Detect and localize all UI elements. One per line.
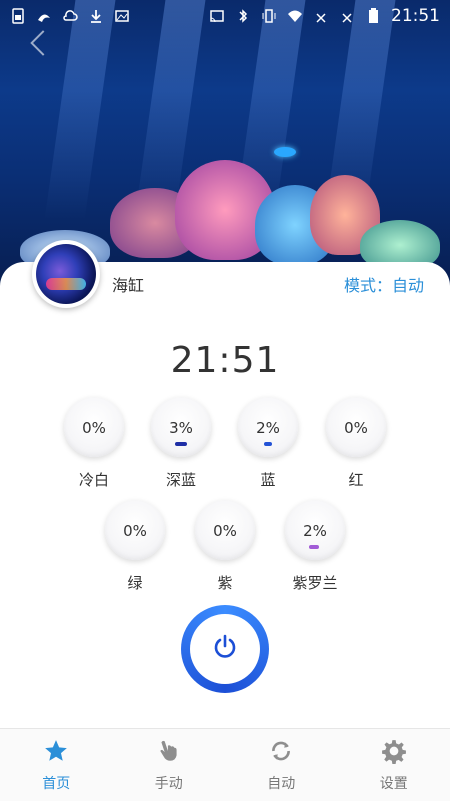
channel-green[interactable]: 0% 绿: [95, 500, 175, 593]
channel-level-bar: [264, 442, 272, 446]
nav-auto[interactable]: 自动: [225, 729, 337, 801]
channel-label: 绿: [127, 574, 143, 592]
image-icon: [114, 8, 130, 24]
wifi-icon: [287, 8, 303, 24]
channel-dial[interactable]: 0%: [64, 397, 124, 457]
mode-label[interactable]: 模式：自动: [344, 272, 424, 296]
vibrate-icon: [261, 8, 277, 24]
avatar[interactable]: [32, 240, 100, 308]
status-bar: 21:51: [0, 0, 450, 32]
bluetooth-icon: [235, 8, 251, 24]
channel-label: 红: [348, 471, 364, 489]
nav-label: 设置: [379, 776, 408, 792]
channel-dial[interactable]: 0%: [105, 500, 165, 560]
signal-off-icon: [339, 8, 355, 24]
star-icon: [42, 737, 70, 765]
channel-purple[interactable]: 0% 紫: [185, 500, 265, 593]
sim-card-icon: [10, 8, 26, 24]
channel-label: 紫罗兰: [292, 574, 338, 592]
channel-red[interactable]: 0% 红: [316, 397, 396, 490]
nav-manual[interactable]: 手动: [113, 729, 225, 801]
nav-home[interactable]: 首页: [0, 729, 112, 801]
channel-blue[interactable]: 2% 蓝: [228, 397, 308, 490]
nav-settings[interactable]: 设置: [338, 729, 450, 801]
uc-browser-icon: [36, 8, 52, 24]
power-icon: [212, 634, 238, 664]
nav-label: 手动: [154, 776, 183, 792]
channel-value: 2%: [256, 419, 280, 437]
channel-value: 0%: [213, 522, 237, 540]
channel-label: 紫: [217, 574, 233, 592]
channel-dial[interactable]: 0%: [195, 500, 255, 560]
channel-level-bar: [309, 545, 319, 549]
nav-label: 首页: [42, 776, 71, 792]
channel-level-bar: [175, 442, 187, 446]
nav-label: 自动: [267, 776, 296, 792]
channel-cool-white[interactable]: 0% 冷白: [54, 397, 134, 490]
refresh-icon: [267, 737, 295, 765]
channel-dial[interactable]: 2%: [238, 397, 298, 457]
channel-deep-blue[interactable]: 3% 深蓝: [141, 397, 221, 490]
channel-label: 深蓝: [165, 471, 196, 489]
tank-name: 海缸: [112, 276, 145, 295]
power-button[interactable]: [181, 605, 269, 693]
channel-value: 0%: [344, 419, 368, 437]
channel-value: 0%: [123, 522, 147, 540]
channel-label: 冷白: [78, 471, 109, 489]
gear-icon: [380, 737, 408, 765]
channel-value: 0%: [82, 419, 106, 437]
fish: [274, 147, 296, 157]
channel-dial[interactable]: 0%: [326, 397, 386, 457]
channel-violet[interactable]: 2% 紫罗兰: [275, 500, 355, 593]
bottom-nav: 首页 手动 自动 设置: [0, 728, 450, 801]
battery-icon: [365, 8, 381, 24]
status-time: 21:51: [391, 6, 440, 26]
channel-value: 3%: [169, 419, 193, 437]
signal-off-icon: [313, 8, 329, 24]
channel-label: 蓝: [260, 471, 276, 489]
cast-icon: [209, 8, 225, 24]
weather-icon: [62, 8, 78, 24]
hand-icon: [155, 737, 183, 765]
channel-dial[interactable]: 3%: [151, 397, 211, 457]
channel-value: 2%: [303, 522, 327, 540]
channel-dial[interactable]: 2%: [285, 500, 345, 560]
download-icon: [88, 8, 104, 24]
current-time: 21:51: [170, 340, 280, 381]
